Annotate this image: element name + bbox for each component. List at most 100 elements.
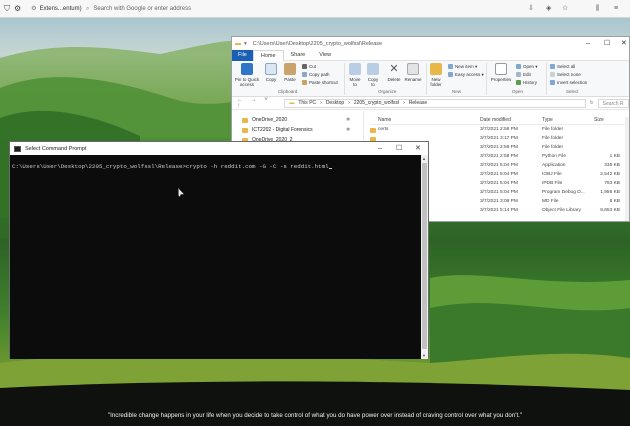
copy-button[interactable]: Copy (264, 63, 278, 82)
tab-view[interactable]: View (312, 52, 338, 58)
edit-button[interactable]: Edit (516, 71, 531, 78)
cut-button[interactable]: Cut (302, 63, 316, 70)
easy-access-button[interactable]: Easy access ▾ (448, 71, 484, 78)
explorer-titlebar[interactable]: ▬ ▾ C:\Users\User\Desktop\2205_crypto_wo… (232, 37, 629, 50)
file-type: Program Debug D... (542, 190, 585, 195)
file-name: certs (378, 127, 389, 132)
breadcrumb-project[interactable]: 2205_crypto_wolfssl (354, 100, 399, 106)
invert-selection-button[interactable]: Invert selection (550, 79, 587, 86)
copy-path-button[interactable]: Copy path (302, 71, 330, 78)
invert-selection-icon (550, 80, 555, 85)
tab-share[interactable]: Share (284, 52, 313, 58)
console-output[interactable]: C:\Users\User\Desktop\2205_crypto_wolfss… (10, 155, 422, 359)
command-prompt-window[interactable]: Select Command Prompt – ☐ ✕ C:\Users\Use… (9, 141, 429, 359)
file-type: Object File Library (542, 208, 581, 213)
breadcrumb-desktop[interactable]: Desktop (326, 100, 344, 106)
paste-shortcut-button[interactable]: Paste shortcut (302, 79, 338, 86)
wallpaper-quote: "Incredible change happens in your life … (107, 412, 523, 419)
edit-icon (516, 72, 521, 77)
column-type[interactable]: Type (542, 117, 553, 123)
new-folder-button[interactable]: New folder (428, 63, 444, 87)
url-placeholder: Search with Google or enter address (93, 6, 192, 12)
tab-file[interactable]: File (232, 49, 253, 61)
search-icon: ⌕ (86, 5, 90, 12)
file-size: 6 KB (609, 199, 620, 204)
download-icon[interactable]: ⇩ (528, 0, 534, 18)
browser-tab[interactable]: ⚙ Extens...entum) (27, 3, 85, 15)
nav-arrows-icon[interactable]: ← → ˅ ↑ (237, 97, 280, 109)
chevron-right-icon: › (403, 100, 405, 106)
rename-icon (407, 63, 419, 75)
open-button[interactable]: Open ▾ (516, 63, 538, 70)
scroll-up-icon[interactable]: ▲ (422, 156, 426, 161)
file-list-header: Name Date modified Type Size (370, 116, 628, 125)
folder-icon: ▬ (289, 100, 295, 106)
nav-item-ict2202[interactable]: ICT2202 - Digital Forensics (242, 127, 313, 133)
file-type: File folder (542, 136, 564, 141)
rename-button[interactable]: Rename (404, 63, 422, 82)
select-all-button[interactable]: Select all (550, 63, 575, 70)
close-icon[interactable]: ✕ (415, 142, 421, 155)
cmd-titlebar[interactable]: Select Command Prompt – ☐ ✕ (10, 142, 428, 155)
column-date-modified[interactable]: Date modified (480, 117, 511, 123)
file-size: 335 KB (604, 163, 620, 168)
scissors-icon (302, 64, 307, 69)
move-to-button[interactable]: Move to (348, 63, 362, 87)
bookmark-icon[interactable]: ☆ (562, 0, 568, 18)
ribbon-separator (426, 63, 427, 95)
pin-icon: ✱ (346, 117, 351, 123)
address-bar[interactable]: ▬ This PC › Desktop › 2205_crypto_wolfssl ›… (284, 98, 587, 108)
group-open-label: Open (512, 89, 524, 94)
maximize-icon[interactable]: ☐ (396, 142, 402, 155)
tab-home[interactable]: Home (252, 49, 284, 61)
column-name[interactable]: Name (378, 117, 391, 123)
file-size: 2,542 KB (600, 172, 620, 177)
breadcrumb-this-pc[interactable]: This PC (298, 100, 316, 106)
select-none-button[interactable]: Select none (550, 71, 581, 78)
new-item-button[interactable]: New item ▾ (448, 63, 477, 70)
nav-item-onedrive-2020[interactable]: OneDrive_2020 (242, 117, 287, 123)
file-date: 3/7/2021 3:08 PM (480, 199, 518, 204)
menu-icon[interactable]: ≡ (614, 0, 618, 18)
ribbon-tabs: File Home Share View (232, 49, 629, 61)
minimize-icon[interactable]: – (378, 142, 382, 155)
file-size: 1,956 KB (600, 190, 620, 195)
move-icon (349, 63, 361, 75)
paste-icon (284, 63, 296, 75)
file-size: 763 KB (604, 181, 620, 186)
shield-icon[interactable]: ⛉ (4, 0, 10, 18)
history-button[interactable]: History (516, 79, 537, 86)
properties-icon (495, 63, 507, 75)
tab-label: Extens...entum) (39, 5, 82, 12)
refresh-icon[interactable]: ↻ (589, 100, 593, 106)
scroll-thumb[interactable] (422, 163, 427, 349)
folder-icon (242, 117, 248, 123)
delete-button[interactable]: ✕ Delete (386, 63, 402, 82)
column-size[interactable]: Size (594, 117, 604, 123)
browser-toolbar: ⛉ ⚙ ⚙ Extens...entum) ⌕ Search with Goog… (0, 0, 630, 18)
file-date: 3/7/2021 3:17 PM (480, 136, 518, 141)
file-row[interactable]: certs 3/7/2021 2:58 PM File folder (370, 126, 628, 135)
properties-button[interactable]: Properties (490, 63, 512, 82)
url-bar[interactable]: ⌕ Search with Google or enter address (86, 3, 556, 15)
library-icon[interactable]: ⫼ (596, 0, 599, 18)
maximize-icon[interactable]: ☐ (604, 37, 610, 50)
shield-icon[interactable]: ◈ (546, 0, 551, 18)
ribbon-separator (486, 63, 487, 95)
file-type: IOBJ File (542, 172, 562, 177)
settings-icon[interactable]: ⚙ (14, 0, 21, 18)
pin-quick-access-button[interactable]: Pin to Quick access (234, 63, 260, 87)
close-icon[interactable]: ✕ (621, 37, 627, 50)
quick-access-toolbar-icon[interactable]: ▾ (244, 41, 247, 47)
chevron-right-icon: › (348, 100, 350, 106)
breadcrumb-release[interactable]: Release (409, 100, 427, 106)
minimize-icon[interactable]: – (586, 37, 590, 50)
scroll-down-icon[interactable]: ▼ (422, 353, 426, 358)
chevron-right-icon: › (320, 100, 322, 106)
cmd-scrollbar[interactable]: ▲ ▼ (421, 155, 428, 359)
paste-button[interactable]: Paste (283, 63, 297, 82)
explorer-scrollbar[interactable] (625, 117, 629, 221)
copy-to-button[interactable]: Copy to (366, 63, 380, 87)
text-cursor (328, 168, 332, 169)
search-input[interactable]: Search R (597, 98, 629, 108)
